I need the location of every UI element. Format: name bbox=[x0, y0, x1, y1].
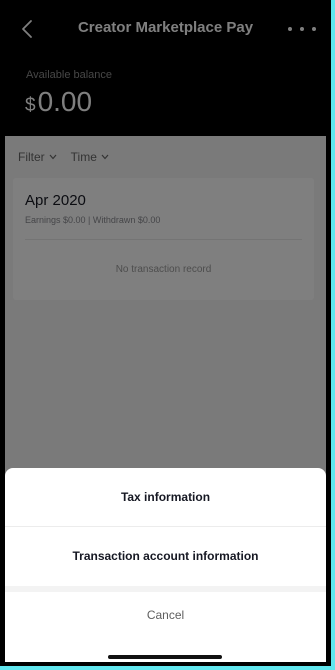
app-screen: Creator Marketplace Pay Available balanc… bbox=[5, 0, 326, 662]
device-frame: Creator Marketplace Pay Available balanc… bbox=[0, 0, 335, 670]
cancel-button[interactable]: Cancel bbox=[5, 592, 326, 638]
transaction-account-option[interactable]: Transaction account information bbox=[5, 527, 326, 585]
action-sheet: Tax information Transaction account info… bbox=[5, 468, 326, 662]
tax-information-option[interactable]: Tax information bbox=[5, 468, 326, 526]
home-indicator bbox=[108, 655, 222, 659]
